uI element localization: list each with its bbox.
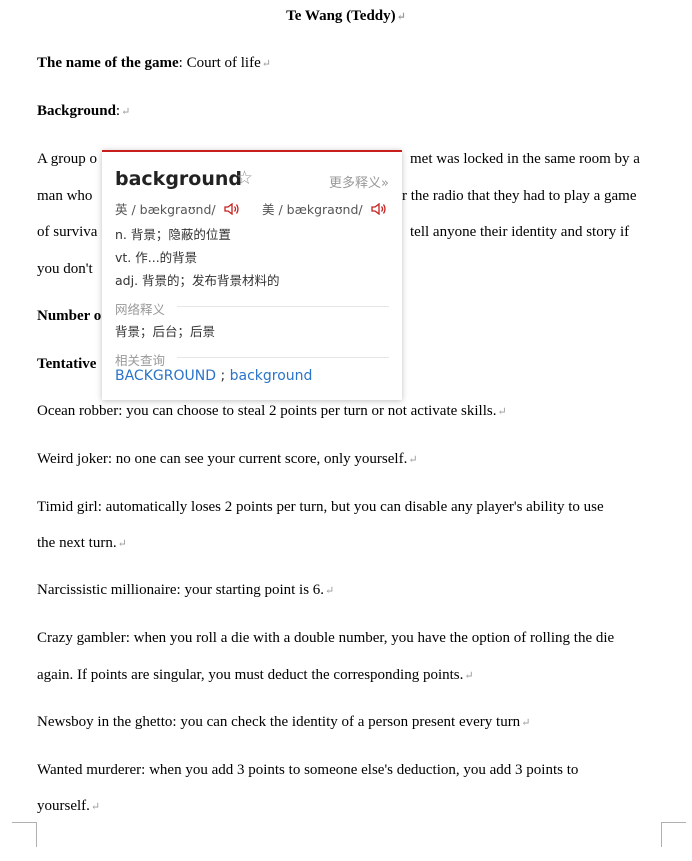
role-line: the next turn.↵	[37, 535, 127, 551]
more-definitions-link[interactable]: 更多释义»	[329, 172, 389, 191]
us-pronunciation: 美 / bækgraʊnd/	[262, 199, 387, 218]
speaker-icon[interactable]	[370, 203, 387, 215]
related-link-lowercase[interactable]: background	[230, 368, 313, 384]
definition-verb: vt. 作...的背景	[115, 250, 198, 265]
page-corner-mark-left	[12, 822, 37, 847]
para-line-3-start: of surviva	[37, 224, 98, 240]
definition-noun: n. 背景；隐蔽的位置	[115, 227, 231, 242]
role-line: Newsboy in the ghetto: you can check the…	[37, 714, 531, 730]
related-search-heading: 相关查询	[115, 353, 166, 368]
game-name-value: : Court of life	[178, 55, 261, 71]
para-line-1-start: A group o	[37, 151, 97, 167]
web-definitions: 背景；后台；后景	[115, 324, 216, 339]
favorite-star-icon[interactable]: ☆	[236, 167, 253, 189]
document-title: Te Wang (Teddy)↵	[286, 8, 406, 24]
para-line-2-end: r the radio that they had to play a game	[402, 188, 637, 204]
related-link-uppercase[interactable]: BACKGROUND	[115, 368, 216, 384]
number-heading: Number o	[37, 308, 102, 324]
speaker-icon[interactable]	[223, 203, 240, 215]
role-line: again. If points are singular, you must …	[37, 667, 474, 683]
para-line-3-end: tell anyone their identity and story if	[410, 224, 630, 240]
role-line: Crazy gambler: when you roll a die with …	[37, 630, 615, 646]
background-heading: Background:↵	[37, 103, 131, 119]
role-line: Narcissistic millionaire: your starting …	[37, 582, 335, 598]
popup-headword: background	[115, 168, 242, 190]
para-line-1-end: met was locked in the same room by a	[410, 151, 640, 167]
document-page: Te Wang (Teddy)↵ The name of the game: C…	[0, 0, 692, 861]
role-line: yourself.↵	[37, 798, 101, 814]
web-definitions-heading: 网络释义	[115, 302, 166, 317]
related-search-links: BACKGROUND ; background	[115, 368, 313, 384]
divider	[177, 357, 389, 358]
definition-adj: adj. 背景的；发布背景材料的	[115, 273, 280, 288]
role-line: Wanted murderer: when you add 3 points t…	[37, 762, 579, 778]
tentative-heading: Tentative	[37, 356, 97, 372]
uk-pronunciation: 英 / bækgraʊnd/	[115, 199, 240, 218]
dictionary-popup: background ☆ 更多释义» 英 / bækgraʊnd/ 美 / bæ…	[102, 150, 402, 400]
role-line: Timid girl: automatically loses 2 points…	[37, 499, 604, 515]
game-name-line: The name of the game: Court of life↵	[37, 55, 271, 71]
para-line-4-start: you don't	[37, 261, 93, 277]
role-line: Ocean robber: you can choose to steal 2 …	[37, 403, 507, 419]
page-corner-mark-right	[661, 822, 686, 847]
divider	[177, 306, 389, 307]
para-line-2-start: man who	[37, 188, 93, 204]
game-name-label: The name of the game	[37, 55, 179, 71]
role-line: Weird joker: no one can see your current…	[37, 451, 418, 467]
